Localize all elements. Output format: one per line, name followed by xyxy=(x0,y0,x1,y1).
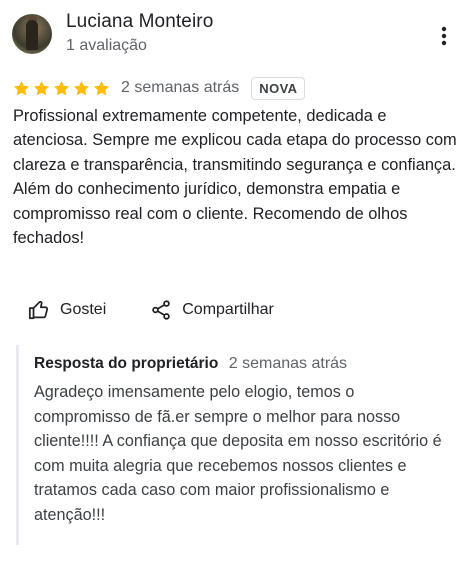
reviewer-name[interactable]: Luciana Monteiro xyxy=(66,11,213,33)
new-badge: NOVA xyxy=(251,76,306,100)
star-icon xyxy=(12,79,31,98)
owner-response-header: Resposta do proprietário 2 semanas atrás xyxy=(34,355,347,373)
thumbs-up-icon xyxy=(28,299,60,321)
star-icon xyxy=(92,79,111,98)
share-icon xyxy=(150,299,182,321)
share-label: Compartilhar xyxy=(182,301,274,318)
reviewer-avatar[interactable] xyxy=(12,14,52,54)
reviewer-review-count[interactable]: 1 avaliação xyxy=(66,37,147,55)
owner-response-text: Agradeço imensamente pelo elogio, temos … xyxy=(34,383,442,524)
star-rating xyxy=(12,79,111,98)
star-icon xyxy=(52,79,71,98)
owner-response-date: 2 semanas atrás xyxy=(228,355,348,372)
review-date: 2 semanas atrás xyxy=(121,79,240,96)
star-icon xyxy=(32,79,51,98)
like-button[interactable]: Gostei xyxy=(28,299,106,321)
review-text: Profissional extremamente competente, de… xyxy=(13,107,457,248)
review-card: Luciana Monteiro 1 avaliação 2 semanas a… xyxy=(0,0,458,581)
more-vert-icon xyxy=(441,26,447,46)
owner-response-label: Resposta do proprietário xyxy=(34,355,219,372)
share-button[interactable]: Compartilhar xyxy=(150,299,274,321)
owner-response: Resposta do proprietário 2 semanas atrás… xyxy=(16,345,449,545)
avatar-figure-shape xyxy=(26,20,38,50)
rating-row: 2 semanas atrás NOVA xyxy=(12,76,306,100)
like-label: Gostei xyxy=(60,301,107,318)
more-options-button[interactable] xyxy=(432,24,456,48)
star-icon xyxy=(72,79,91,98)
review-actions: Gostei Compartilhar xyxy=(28,296,274,324)
